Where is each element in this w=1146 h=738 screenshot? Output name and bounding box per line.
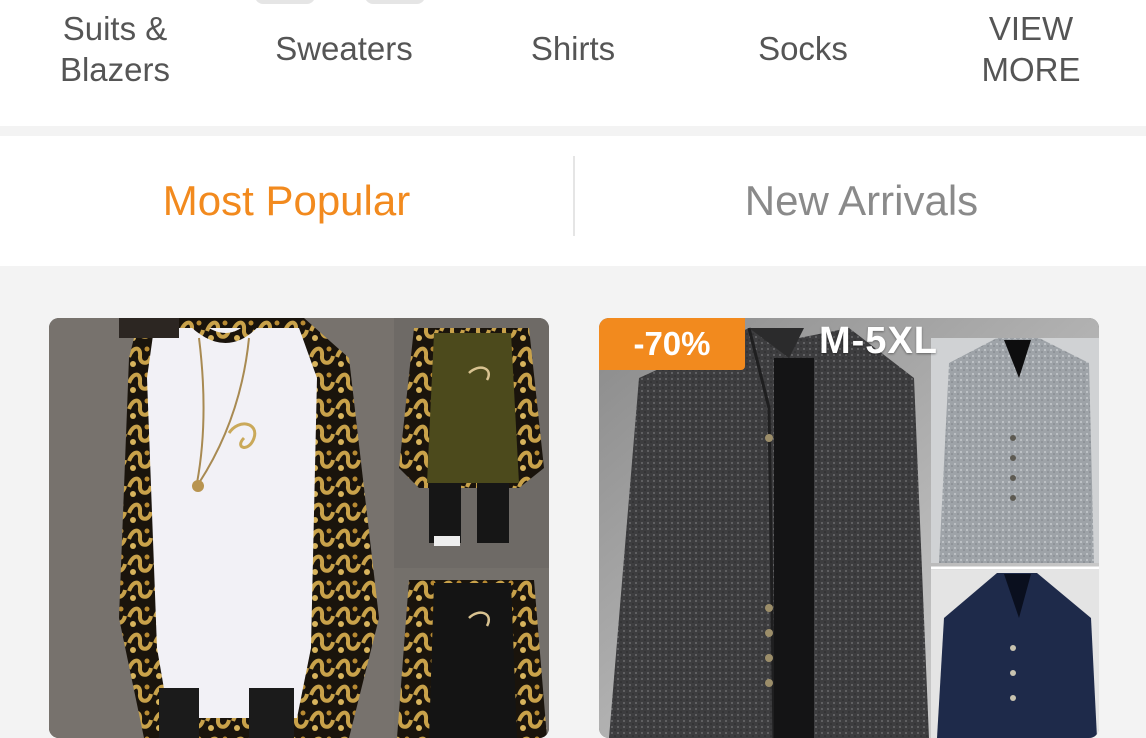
jacket-product-image: [599, 318, 1099, 738]
category-label: MORE: [981, 51, 1081, 88]
product-card[interactable]: -70% M-5XL: [599, 318, 1099, 738]
category-suits-blazers[interactable]: Suits & Blazers: [0, 0, 230, 134]
tab-label: New Arrivals: [744, 177, 979, 224]
category-shirts[interactable]: Shirts: [458, 0, 688, 154]
category-label: VIEW: [988, 10, 1074, 47]
discount-badge: -70%: [599, 318, 745, 370]
category-label: Suits &: [62, 10, 168, 47]
category-view-more[interactable]: VIEW MORE: [916, 0, 1146, 134]
category-label: Socks: [758, 30, 848, 67]
tab-new-arrivals[interactable]: New Arrivals: [575, 136, 1146, 266]
category-label: Sweaters: [275, 30, 413, 67]
category-socks[interactable]: Socks: [688, 0, 918, 154]
tab-most-popular[interactable]: Most Popular: [0, 136, 573, 266]
size-range-label: M-5XL: [819, 320, 938, 362]
category-label: Shirts: [530, 30, 616, 67]
category-sweaters[interactable]: Sweaters: [229, 0, 459, 154]
tab-label: Most Popular: [162, 177, 411, 224]
category-strip: Suits & Blazers Sweaters Shirts Socks VI…: [0, 0, 1146, 126]
category-label: Blazers: [59, 51, 171, 88]
tshirt-product-image: [49, 318, 549, 738]
product-card[interactable]: [49, 318, 549, 738]
product-tabs: Most Popular New Arrivals: [0, 136, 1146, 266]
